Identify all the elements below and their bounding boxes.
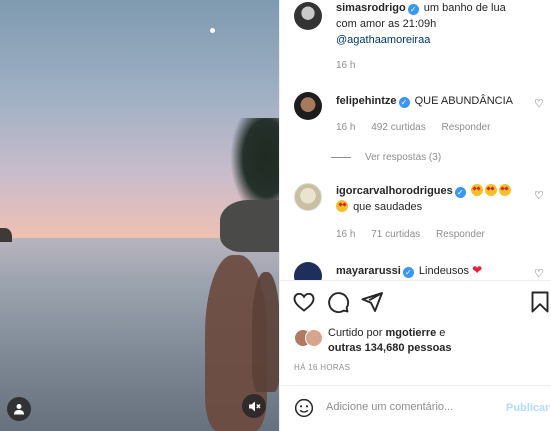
commenter-username[interactable]: mayararussi xyxy=(336,265,401,277)
heart-outline-icon[interactable] xyxy=(292,290,316,314)
user-icon xyxy=(14,404,24,415)
comment-time: 16 h xyxy=(336,229,356,240)
comment-input[interactable] xyxy=(326,401,506,413)
commenter-username[interactable]: igorcarvalhorodrigues xyxy=(336,185,453,197)
author-avatar[interactable] xyxy=(294,2,322,30)
likes-summary[interactable]: Curtido por mgotierre e outras 134,680 p… xyxy=(294,325,544,355)
red-heart-emoji-icon: ❤ xyxy=(472,263,483,277)
comment-text-line: felipehintze ✓ QUE ABUNDÂNCIA xyxy=(336,94,513,109)
caption-line-1: simasrodrigo ✓ um banho de lua xyxy=(336,1,506,16)
reply-button[interactable]: Responder xyxy=(436,229,485,240)
likes-suffix: e xyxy=(436,327,446,339)
post-video[interactable] xyxy=(0,0,279,431)
star-struck-emoji-icon xyxy=(336,200,348,212)
view-replies-divider xyxy=(331,157,351,158)
comment-text: Lindeusos xyxy=(418,265,470,277)
speaker-muted-icon xyxy=(248,401,260,411)
caption-text-2: com amor as 21:09h xyxy=(336,18,437,30)
moon xyxy=(210,28,215,33)
commenter-avatar[interactable] xyxy=(294,183,322,211)
comment-likes[interactable]: 71 curtidas xyxy=(371,229,420,240)
likes-text: Curtido por mgotierre e outras 134,680 p… xyxy=(328,326,452,356)
comment-composer: Publicar xyxy=(280,385,551,431)
verified-badge-icon: ✓ xyxy=(402,267,414,278)
mute-button[interactable] xyxy=(242,394,266,418)
comment-bubble-icon[interactable] xyxy=(326,290,350,314)
comment-time: 16 h xyxy=(336,122,356,133)
comment-like-heart-icon[interactable]: ♡ xyxy=(534,190,546,202)
post-actions-bar xyxy=(280,280,551,330)
comment-likes[interactable]: 492 curtidas xyxy=(371,122,425,133)
post-time-ago: HÁ 16 HORAS xyxy=(294,363,351,372)
rock-right xyxy=(220,200,279,252)
post-side-panel: simasrodrigo ✓ um banho de lua com amor a… xyxy=(279,0,551,431)
smiley-icon[interactable] xyxy=(294,398,314,418)
star-struck-emoji-icon xyxy=(470,184,483,196)
verified-badge-icon: ✓ xyxy=(407,4,419,15)
star-struck-emoji-icon xyxy=(498,184,511,196)
comment-text-line: igorcarvalhorodrigues ✓ xyxy=(336,184,513,199)
comment-text-line-2: que saudades xyxy=(336,200,422,215)
comments-list[interactable]: simasrodrigo ✓ um banho de lua com amor a… xyxy=(280,0,551,280)
caption-text-1: um banho de lua xyxy=(423,2,506,14)
instagram-post-view: simasrodrigo ✓ um banho de lua com amor a… xyxy=(0,0,551,431)
person-figure-2 xyxy=(252,272,279,392)
view-replies-label: Ver respostas (3) xyxy=(365,152,442,163)
star-struck-emoji-icon xyxy=(484,184,497,196)
comment-like-heart-icon[interactable]: ♡ xyxy=(534,98,546,110)
caption-mention[interactable]: @agathaamoreiraa xyxy=(336,33,430,48)
comment-text: que saudades xyxy=(353,201,423,213)
commenter-username[interactable]: felipehintze xyxy=(336,95,397,107)
user-tag-button[interactable] xyxy=(7,397,31,421)
verified-badge-icon: ✓ xyxy=(454,187,466,198)
liker-avatar xyxy=(305,329,323,347)
likes-prefix: Curtido por xyxy=(328,327,386,339)
liker-username[interactable]: mgotierre xyxy=(385,327,436,339)
commenter-avatar[interactable] xyxy=(294,262,322,280)
rock-left xyxy=(0,228,12,242)
comment-meta: 16 h 71 curtidas Responder xyxy=(336,229,498,240)
commenter-avatar[interactable] xyxy=(294,92,322,120)
publish-button[interactable]: Publicar xyxy=(506,402,549,414)
caption-time: 16 h xyxy=(336,60,356,71)
bookmark-icon[interactable] xyxy=(528,290,551,314)
reply-button[interactable]: Responder xyxy=(442,122,491,133)
verified-badge-icon: ✓ xyxy=(398,97,410,108)
paper-plane-icon[interactable] xyxy=(360,290,384,314)
comment-like-heart-icon[interactable]: ♡ xyxy=(534,268,546,280)
likes-others[interactable]: outras 134,680 pessoas xyxy=(328,342,452,354)
comment-text-line: mayararussi ✓ Lindeusos ❤ xyxy=(336,263,482,279)
comment-meta: 16 h 492 curtidas Responder xyxy=(336,122,503,133)
comment-text: QUE ABUNDÂNCIA xyxy=(414,95,513,107)
view-replies-button[interactable]: Ver respostas (3) xyxy=(331,152,441,163)
author-username[interactable]: simasrodrigo xyxy=(336,2,406,14)
